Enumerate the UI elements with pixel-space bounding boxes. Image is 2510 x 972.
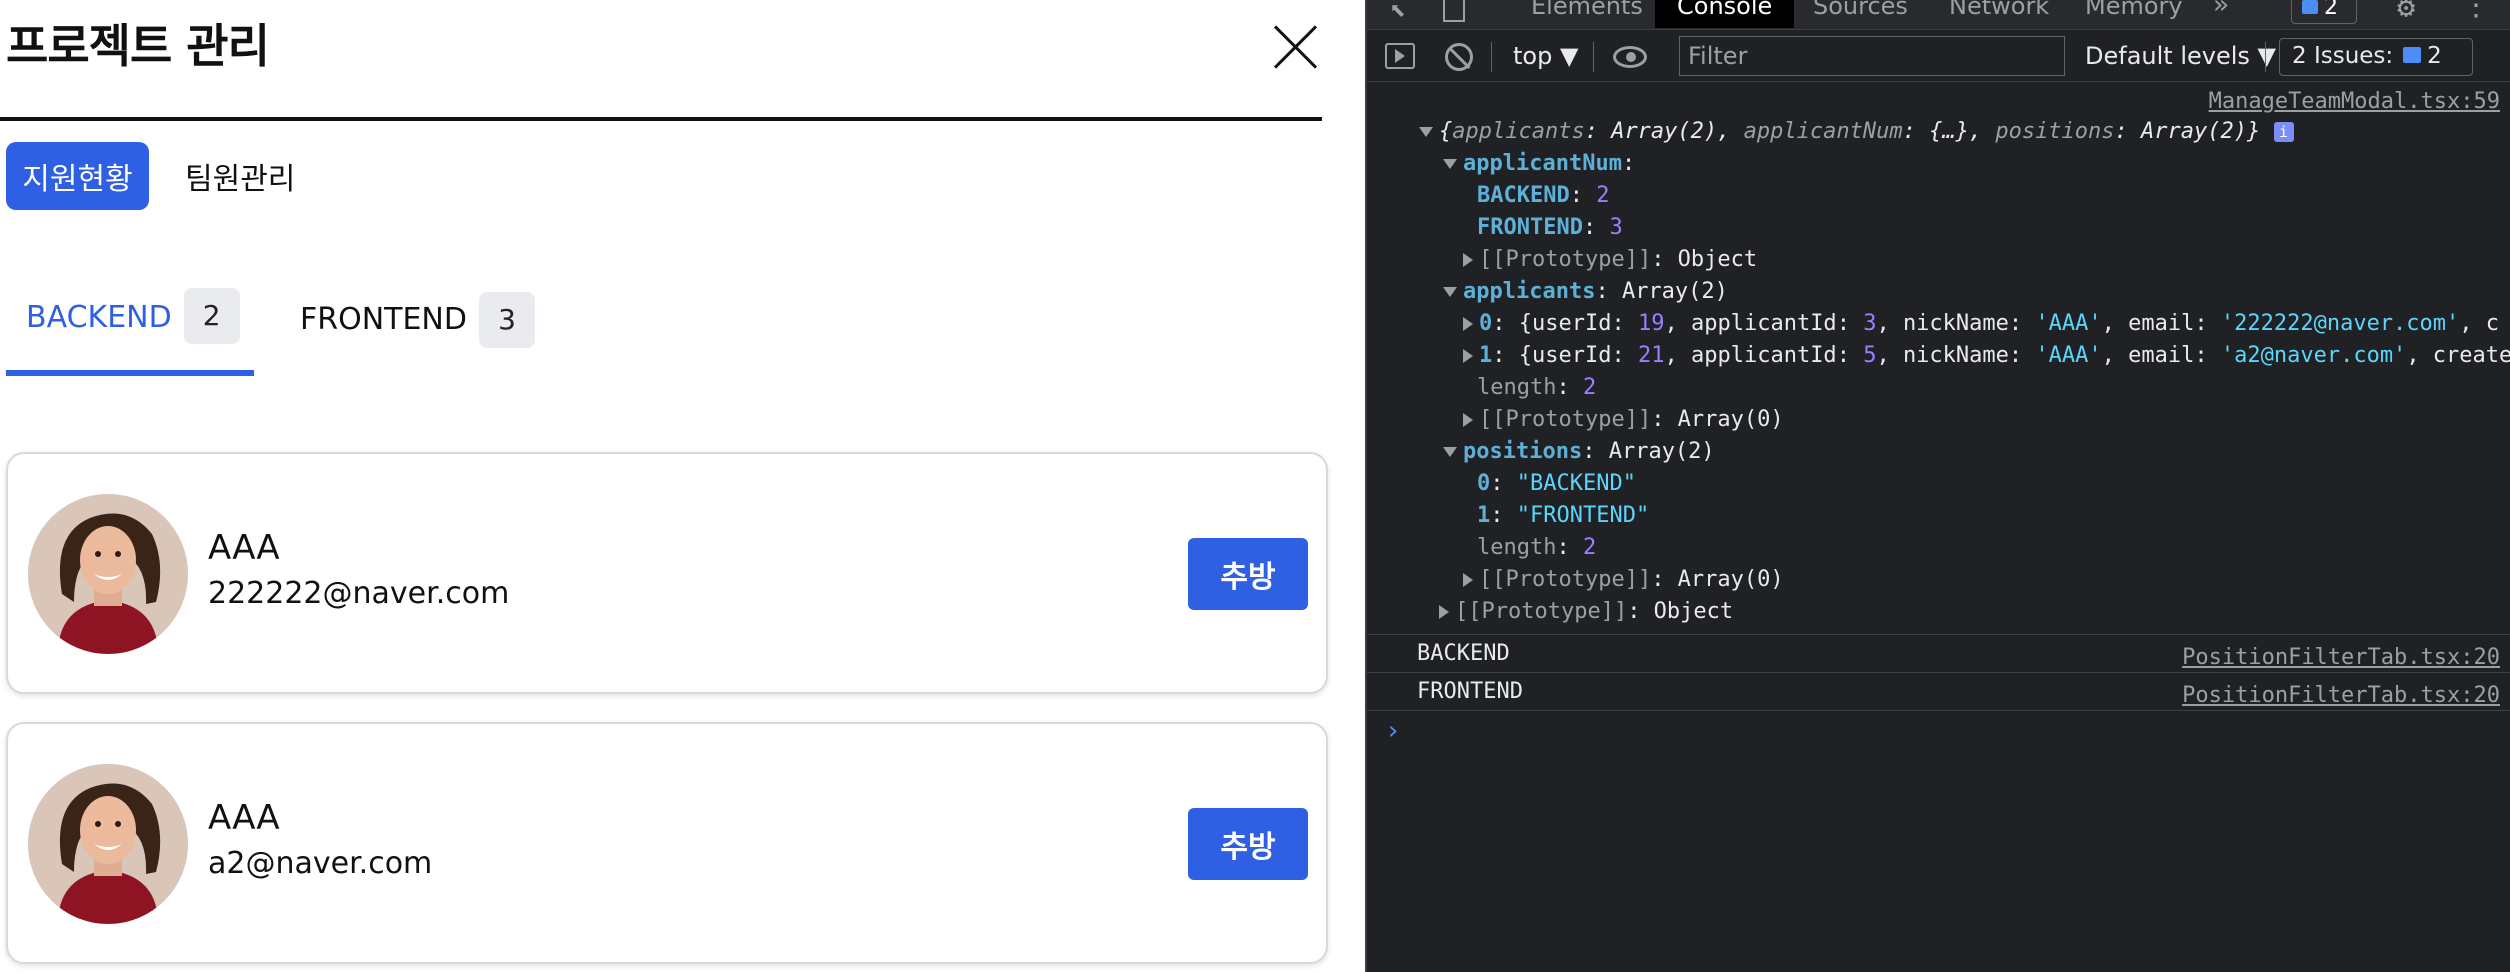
live-expression-eye-icon[interactable] — [1613, 46, 1647, 68]
position-tab-label: FRONTEND — [300, 302, 467, 337]
kick-button[interactable]: 추방 — [1188, 538, 1308, 610]
message-icon — [2302, 0, 2318, 14]
close-icon[interactable] — [1270, 22, 1320, 72]
console-log-source-line: ManageTeamModal.tsx:59 — [1367, 84, 2510, 116]
console-prompt[interactable]: › — [1367, 710, 2510, 750]
applicant-email: 222222@naver.com — [208, 576, 510, 611]
object-summary-row[interactable]: {applicants: Array(2), applicantNum: {…}… — [1367, 116, 2510, 148]
devtools-tab-elements[interactable]: Elements — [1531, 0, 1643, 20]
issues-button-label: 2 Issues: — [2292, 43, 2394, 69]
collapsed-arrow-icon[interactable] — [1463, 573, 1473, 587]
collapsed-arrow-icon[interactable] — [1463, 349, 1473, 363]
project-manage-modal: 프로젝트 관리 지원현황 팀원관리 BACKEND 2 FRONTEND 3 A… — [0, 0, 1365, 972]
tree-row: length: 2 — [1477, 375, 1597, 400]
tree-row[interactable]: positions: Array(2) — [1367, 436, 2510, 468]
position-count-badge: 3 — [478, 292, 535, 348]
tree-row[interactable]: applicantNum: — [1367, 148, 2510, 180]
expanded-arrow-icon[interactable] — [1419, 127, 1433, 137]
gear-icon[interactable]: ⚙ — [2397, 0, 2415, 25]
devtools-panel: ⬉ Elements Console Sources Network Memor… — [1365, 0, 2510, 972]
modal-title: 프로젝트 관리 — [6, 19, 270, 73]
tree-row[interactable]: [[Prototype]]: Object — [1367, 244, 2510, 276]
expanded-arrow-icon[interactable] — [1443, 287, 1457, 297]
position-filter-tabs: BACKEND 2 FRONTEND 3 — [6, 288, 1326, 376]
tree-row: 1: "FRONTEND" — [1477, 503, 1650, 528]
toolbar-divider — [1593, 42, 1594, 72]
tree-row: BACKEND: 2 — [1477, 183, 1610, 208]
title-divider — [0, 117, 1322, 121]
kebab-menu-icon[interactable]: ⋮ — [2461, 0, 2491, 23]
collapsed-arrow-icon[interactable] — [1463, 317, 1473, 331]
tree-row: 0: "BACKEND" — [1477, 471, 1636, 496]
applicant-name: AAA — [208, 528, 280, 568]
console-filter-input[interactable] — [1679, 36, 2065, 76]
devtools-tab-network[interactable]: Network — [1949, 0, 2049, 20]
info-icon[interactable]: i — [2273, 122, 2294, 142]
tree-row[interactable]: [[Prototype]]: Array(0) — [1367, 404, 2510, 436]
tab-member-manage[interactable]: 팀원관리 — [169, 142, 311, 210]
tree-row: FRONTEND: 3 — [1477, 215, 1623, 240]
applicant-card: AAA 222222@naver.com 추방 — [6, 452, 1328, 694]
issues-badge-count: 2 — [2324, 0, 2338, 20]
console-log-row: BACKEND PositionFilterTab.tsx:20 — [1367, 634, 2510, 672]
tab-applicant-status[interactable]: 지원현황 — [6, 142, 149, 210]
kick-button[interactable]: 추방 — [1188, 808, 1308, 880]
devtools-tabbar: ⬉ Elements Console Sources Network Memor… — [1367, 0, 2510, 30]
expanded-arrow-icon[interactable] — [1443, 159, 1457, 169]
sidebar-toggle-icon[interactable] — [1385, 43, 1415, 69]
position-tab-frontend[interactable]: FRONTEND 3 — [300, 288, 535, 376]
prompt-chevron-icon: › — [1385, 716, 1401, 746]
console-output: ManageTeamModal.tsx:59 {applicants: Arra… — [1367, 84, 2510, 750]
message-icon — [2403, 47, 2422, 63]
log-levels-dropdown[interactable]: Default levels ▼ — [2085, 42, 2276, 70]
applicant-name: AAA — [208, 798, 280, 838]
toolbar-divider — [1491, 42, 1492, 72]
context-selector[interactable]: top ▼ — [1513, 42, 1578, 70]
clear-console-icon[interactable] — [1445, 43, 1473, 71]
tree-row[interactable]: [[Prototype]]: Object — [1367, 596, 2510, 628]
source-link[interactable]: ManageTeamModal.tsx:59 — [2209, 86, 2500, 116]
issues-button-count: 2 — [2427, 43, 2442, 69]
applicant-list: AAA 222222@naver.com 추방 AAA a2@naver.com — [6, 452, 1328, 972]
tree-row[interactable]: [[Prototype]]: Array(0) — [1367, 564, 2510, 596]
devtools-tab-sources[interactable]: Sources — [1813, 0, 1908, 20]
avatar — [28, 494, 188, 654]
toolbar-divider — [2265, 42, 2266, 72]
device-toolbar-icon[interactable] — [1443, 0, 1465, 22]
devtools-tab-memory[interactable]: Memory — [2085, 0, 2183, 20]
expanded-arrow-icon[interactable] — [1443, 447, 1457, 457]
console-toolbar: top ▼ Default levels ▼ 2 Issues: 2 — [1367, 32, 2510, 82]
tree-row: length: 2 — [1477, 535, 1597, 560]
applicant-email: a2@naver.com — [208, 846, 433, 881]
applicant-card: AAA a2@naver.com 추방 — [6, 722, 1328, 964]
inspect-icon[interactable]: ⬉ — [1389, 0, 1406, 27]
avatar — [28, 764, 188, 924]
more-tabs-icon[interactable]: » — [2213, 0, 2229, 20]
collapsed-arrow-icon[interactable] — [1463, 413, 1473, 427]
main-tabs: 지원현황 팀원관리 — [6, 142, 311, 210]
tree-row[interactable]: 0: {userId: 19, applicantId: 3, nickName… — [1367, 308, 2510, 340]
tree-row[interactable]: 1: {userId: 21, applicantId: 5, nickName… — [1367, 340, 2510, 372]
issues-button[interactable]: 2 Issues: 2 — [2279, 38, 2473, 76]
position-count-badge: 2 — [183, 288, 240, 344]
devtools-tab-console[interactable]: Console — [1655, 0, 1795, 28]
position-tab-label: BACKEND — [26, 300, 172, 335]
console-log-row: FRONTEND PositionFilterTab.tsx:20 — [1367, 672, 2510, 710]
tree-row[interactable]: applicants: Array(2) — [1367, 276, 2510, 308]
collapsed-arrow-icon[interactable] — [1439, 605, 1449, 619]
position-tab-backend[interactable]: BACKEND 2 — [6, 288, 254, 376]
issues-badge[interactable]: 2 — [2291, 0, 2357, 24]
collapsed-arrow-icon[interactable] — [1463, 253, 1473, 267]
